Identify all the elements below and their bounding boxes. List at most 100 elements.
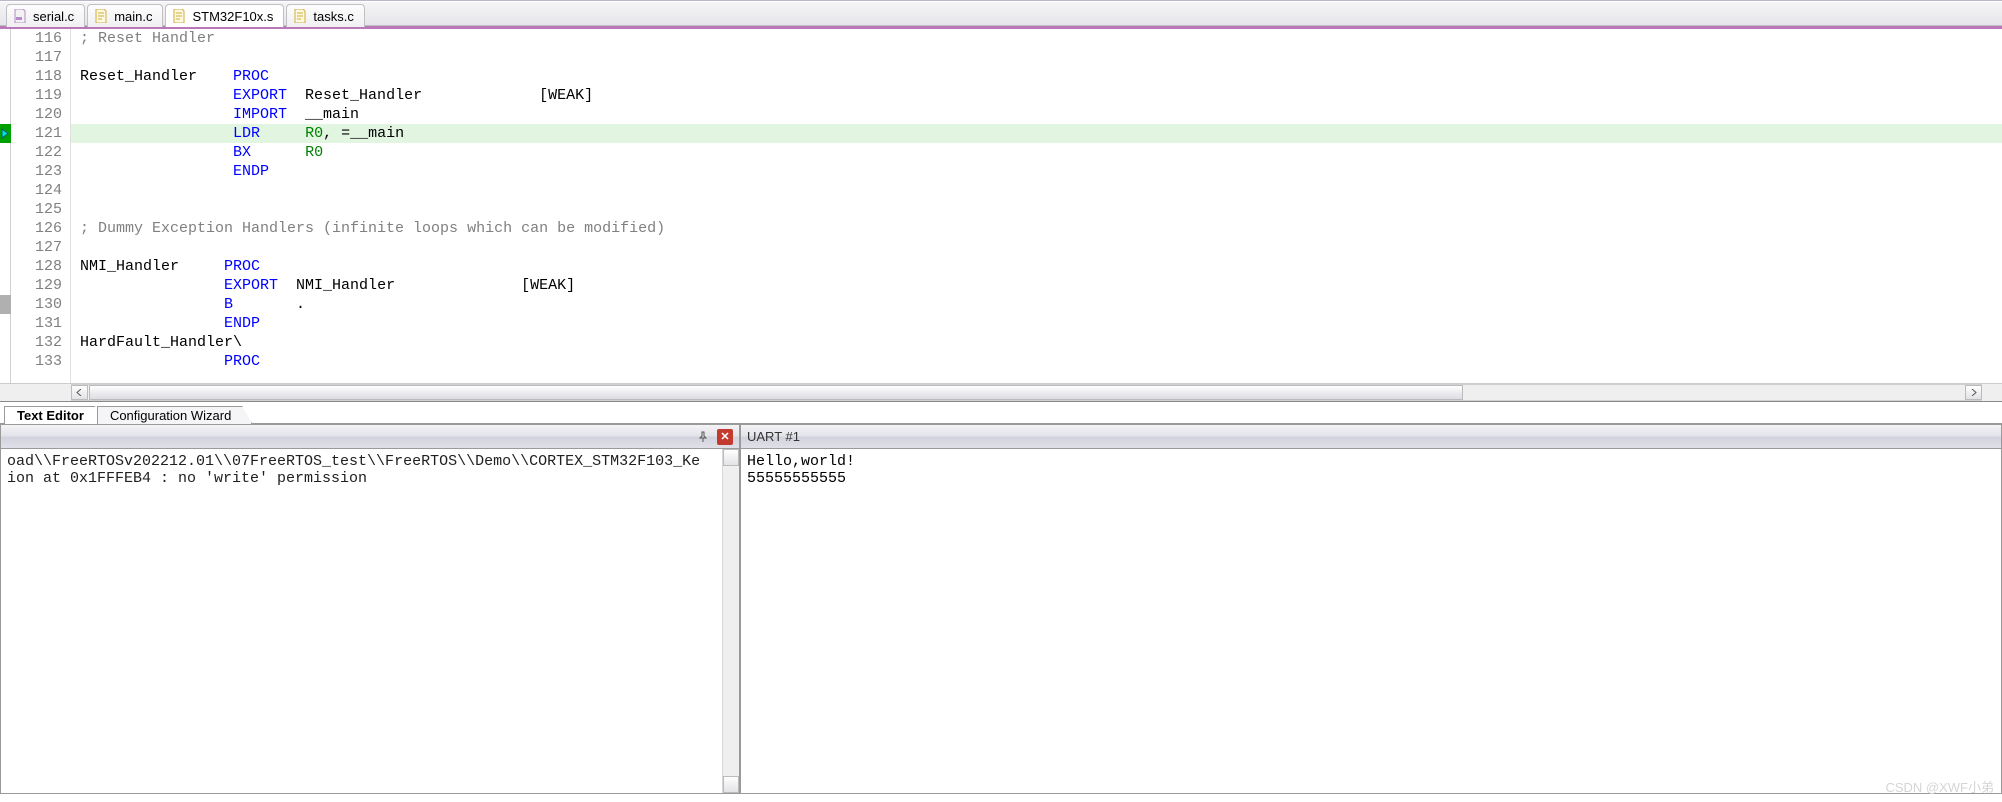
horizontal-scrollbar[interactable]	[0, 383, 2002, 401]
code-token	[251, 144, 305, 161]
line-number: 124	[11, 181, 62, 200]
code-token	[71, 315, 224, 332]
file-tab-label: main.c	[114, 9, 152, 24]
output-panel-title-bar: ✕	[1, 425, 739, 449]
line-number: 116	[11, 29, 62, 48]
scroll-up-button[interactable]	[723, 449, 739, 466]
code-line[interactable]: IMPORT __main	[71, 105, 2002, 124]
scroll-left-button[interactable]	[71, 385, 88, 400]
uart-line: Hello,world!	[747, 453, 855, 470]
code-line[interactable]	[71, 181, 2002, 200]
code-line[interactable]: EXPORT Reset_Handler [WEAK]	[71, 86, 2002, 105]
bottom-panels: ✕ oad\\FreeRTOSv202212.01\\07FreeRTOS_te…	[0, 424, 2002, 794]
editor-mode-tab[interactable]: Configuration Wizard	[97, 406, 252, 424]
code-token: .	[233, 296, 305, 313]
line-number: 119	[11, 86, 62, 105]
code-line[interactable]	[71, 200, 2002, 219]
output-line: ion at 0x1FFFEB4 : no 'write' permission	[7, 470, 367, 487]
editor-mode-tab-label: Configuration Wizard	[110, 408, 231, 423]
output-panel: ✕ oad\\FreeRTOSv202212.01\\07FreeRTOS_te…	[0, 424, 740, 794]
code-line[interactable]	[71, 48, 2002, 67]
code-token	[71, 277, 224, 294]
code-token	[71, 239, 80, 256]
uart-line: 55555555555	[747, 470, 846, 487]
code-token: EXPORT	[224, 277, 278, 294]
code-line[interactable]: NMI_Handler PROC	[71, 257, 2002, 276]
uart-panel: UART #1 Hello,world! 55555555555	[740, 424, 2002, 794]
code-token	[71, 182, 80, 199]
code-token: ]	[566, 277, 575, 294]
editor-mode-tab-label: Text Editor	[17, 408, 84, 423]
scroll-down-button[interactable]	[723, 776, 739, 793]
code-line[interactable]: EXPORT NMI_Handler [WEAK]	[71, 276, 2002, 295]
code-token: R0	[305, 125, 323, 142]
code-line[interactable]: PROC	[71, 352, 2002, 371]
code-line[interactable]: ENDP	[71, 162, 2002, 181]
watermark: CSDN @XWF小弟	[1885, 777, 1994, 796]
code-line[interactable]: LDR R0, =__main	[71, 124, 2002, 143]
uart-panel-body[interactable]: Hello,world! 55555555555	[741, 449, 2001, 793]
code-token: B	[224, 296, 233, 313]
code-editor[interactable]: 1161171181191201211221231241251261271281…	[0, 29, 2002, 383]
code-line[interactable]: ENDP	[71, 314, 2002, 333]
scroll-right-button[interactable]	[1965, 385, 1982, 400]
code-token	[71, 144, 233, 161]
code-token: Reset_Handler	[71, 68, 233, 85]
code-line[interactable]	[71, 238, 2002, 257]
code-token	[71, 201, 80, 218]
line-number: 130	[11, 295, 62, 314]
code-token: PROC	[224, 258, 260, 275]
code-token: ]	[584, 87, 593, 104]
line-number: 126	[11, 219, 62, 238]
code-line[interactable]: ; Reset Handler	[71, 29, 2002, 48]
file-tab[interactable]: STM32F10x.s	[165, 4, 284, 27]
code-token: PROC	[233, 68, 269, 85]
chevron-left-icon	[76, 389, 83, 396]
code-token: Reset_Handler [	[287, 87, 548, 104]
code-token	[71, 106, 233, 123]
file-tab[interactable]: main.c	[87, 4, 163, 27]
file-tab-label: STM32F10x.s	[192, 9, 273, 24]
marker-column	[0, 29, 11, 383]
code-token: , =__main	[323, 125, 404, 142]
line-number: 128	[11, 257, 62, 276]
code-line[interactable]: B .	[71, 295, 2002, 314]
code-token: NMI_Handler [	[278, 277, 530, 294]
code-line[interactable]: BX R0	[71, 143, 2002, 162]
code-token: WEAK	[530, 277, 566, 294]
code-line[interactable]: HardFault_Handler\	[71, 333, 2002, 352]
pin-icon[interactable]	[695, 429, 711, 445]
line-number: 123	[11, 162, 62, 181]
output-line: oad\\FreeRTOSv202212.01\\07FreeRTOS_test…	[7, 453, 700, 470]
code-area[interactable]: ; Reset Handler Reset_Handler PROC EXPOR…	[71, 29, 2002, 383]
marker	[0, 295, 11, 314]
line-number: 129	[11, 276, 62, 295]
code-line[interactable]: ; Dummy Exception Handlers (infinite loo…	[71, 219, 2002, 238]
file-tab[interactable]: tasks.c	[286, 4, 364, 27]
code-token: BX	[233, 144, 251, 161]
line-number: 122	[11, 143, 62, 162]
output-panel-body[interactable]: oad\\FreeRTOSv202212.01\\07FreeRTOS_test…	[1, 449, 739, 793]
editor-wrap: 1161171181191201211221231241251261271281…	[0, 26, 2002, 402]
scroll-thumb[interactable]	[89, 385, 1463, 400]
file-tab[interactable]: serial.c	[6, 4, 85, 27]
line-number-gutter: 1161171181191201211221231241251261271281…	[11, 29, 71, 383]
line-number: 132	[11, 333, 62, 352]
code-token	[71, 163, 233, 180]
code-token: EXPORT	[233, 87, 287, 104]
execution-marker	[0, 124, 11, 143]
code-token: NMI_Handler	[71, 258, 224, 275]
code-token	[71, 49, 80, 66]
line-number: 125	[11, 200, 62, 219]
code-token: ENDP	[224, 315, 260, 332]
code-token	[260, 125, 305, 142]
vertical-scrollbar[interactable]	[722, 449, 739, 793]
close-panel-button[interactable]: ✕	[717, 429, 733, 445]
editor-mode-tab[interactable]: Text Editor	[4, 406, 105, 424]
code-token: PROC	[224, 353, 260, 370]
code-token: LDR	[233, 125, 260, 142]
code-token: HardFault_Handler\	[71, 334, 242, 351]
code-token: WEAK	[548, 87, 584, 104]
code-line[interactable]: Reset_Handler PROC	[71, 67, 2002, 86]
file-tab-bar: serial.c main.c STM32F10x.s tasks.c	[0, 1, 2002, 26]
